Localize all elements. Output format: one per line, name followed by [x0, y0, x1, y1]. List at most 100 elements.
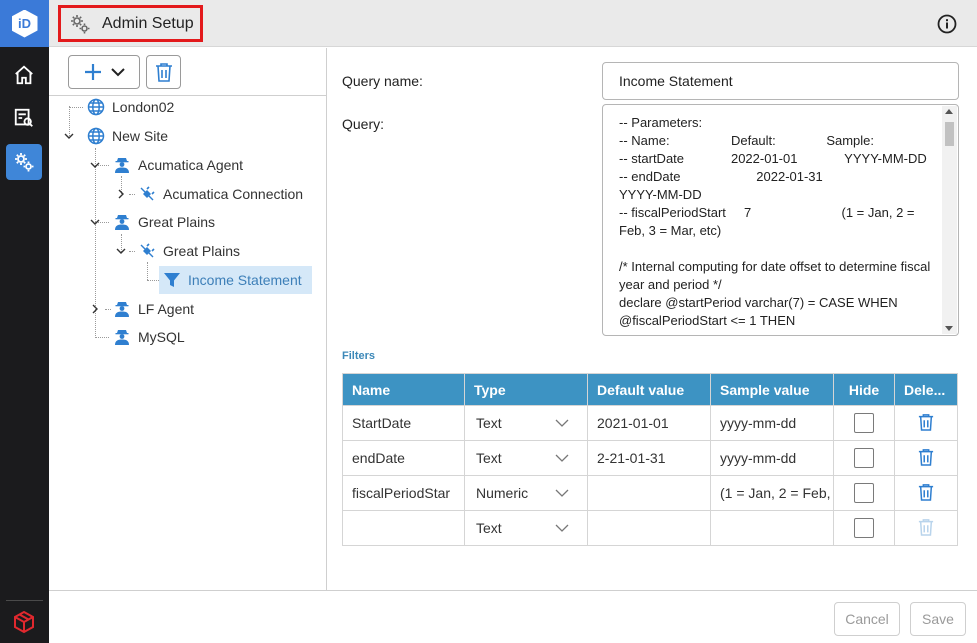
tree-node-london02[interactable]: London02: [86, 94, 174, 120]
tree-expand-toggle[interactable]: [116, 189, 126, 199]
filter-hide-cell: [833, 440, 895, 476]
home-nav-button[interactable]: [6, 57, 42, 93]
gears-icon: [71, 14, 90, 33]
agent-icon: [112, 327, 132, 347]
tree-expand-toggle[interactable]: [90, 304, 100, 314]
home-icon: [15, 65, 33, 85]
query-editor[interactable]: -- Parameters: -- Name: Default: Sample:…: [602, 104, 959, 336]
hide-checkbox[interactable]: [854, 413, 874, 433]
tree-node-label: Income Statement: [188, 272, 302, 288]
tree-collapse-toggle[interactable]: [90, 160, 100, 170]
chevron-down-icon: [116, 248, 126, 254]
tree-node-label: Great Plains: [138, 214, 216, 230]
tree-node-great-plains-agent[interactable]: Great Plains: [112, 209, 215, 235]
filter-type-select[interactable]: Text: [464, 440, 588, 476]
trash-icon[interactable]: [918, 448, 934, 466]
filter-delete-cell: [894, 440, 958, 476]
tree-node-acumatica-connection[interactable]: Acumatica Connection: [137, 181, 303, 207]
agent-icon: [112, 299, 132, 319]
column-header-type[interactable]: Type: [464, 373, 588, 406]
agent-icon: [112, 212, 132, 232]
globe-icon: [86, 97, 106, 117]
info-icon: [937, 14, 957, 34]
chevron-down-icon: [90, 219, 100, 225]
chevron-right-icon: [92, 304, 98, 314]
tree-node-acumatica-agent[interactable]: Acumatica Agent: [112, 152, 243, 178]
query-name-input[interactable]: Income Statement: [602, 62, 959, 100]
tree-node-label: LF Agent: [138, 301, 195, 317]
filter-default-cell[interactable]: 2-21-01-31: [587, 440, 711, 476]
vendor-logo: [12, 610, 36, 637]
page-title: Admin Setup: [102, 14, 194, 32]
scroll-down-arrow-icon[interactable]: [945, 326, 953, 331]
tree-collapse-toggle[interactable]: [64, 131, 74, 141]
hide-checkbox[interactable]: [854, 483, 874, 503]
filter-icon: [162, 270, 182, 290]
column-header-hide[interactable]: Hide: [833, 373, 895, 406]
app-logo[interactable]: iD: [0, 0, 49, 47]
tree-node-label: New Site: [112, 128, 169, 144]
filter-default-cell[interactable]: [587, 510, 711, 546]
tree-connector: [105, 309, 111, 310]
filter-type-select[interactable]: Text: [464, 510, 588, 546]
filter-sample-cell[interactable]: yyyy-mm-dd: [710, 440, 834, 476]
tree-connector: [129, 251, 135, 252]
plug-icon: [137, 184, 157, 204]
filter-type-select[interactable]: Numeric: [464, 475, 588, 511]
tree-node-lf-agent[interactable]: LF Agent: [112, 296, 194, 322]
table-row: endDate Text 2-21-01-31 yyyy-mm-dd: [342, 440, 958, 476]
admin-setup-nav-button[interactable]: [6, 144, 42, 180]
column-header-sample-value[interactable]: Sample value: [710, 373, 834, 406]
tree-node-label: Great Plains: [163, 243, 241, 259]
trash-icon[interactable]: [918, 413, 934, 431]
hide-checkbox[interactable]: [854, 448, 874, 468]
filter-type-value: Text: [476, 415, 502, 431]
query-monitor-nav-button[interactable]: [6, 100, 42, 136]
filter-sample-cell[interactable]: yyyy-mm-dd: [710, 405, 834, 441]
hide-checkbox[interactable]: [854, 518, 874, 538]
tree-connector: [129, 194, 135, 195]
column-header-delete[interactable]: Dele...: [894, 373, 958, 406]
tree-node-great-plains-connection[interactable]: Great Plains: [137, 238, 240, 264]
logo-icon: iD: [11, 9, 38, 38]
filter-sample-cell[interactable]: [710, 510, 834, 546]
trash-icon: [155, 63, 172, 82]
tree-node-label: MySQL: [138, 329, 185, 345]
scroll-thumb[interactable]: [945, 122, 954, 146]
filter-delete-cell: [894, 510, 958, 546]
tree-node-income-statement[interactable]: Income Statement: [159, 266, 312, 294]
delete-node-button[interactable]: [146, 55, 181, 89]
info-button[interactable]: [937, 14, 957, 34]
filters-section-label: Filters: [342, 350, 376, 362]
tree-connector: [147, 262, 148, 280]
filter-sample-cell[interactable]: (1 = Jan, 2 = Feb, 3 = Mar, etc): [710, 475, 834, 511]
column-header-default-value[interactable]: Default value: [587, 373, 711, 406]
add-dropdown-button[interactable]: [68, 55, 140, 89]
globe-icon: [86, 126, 106, 146]
filters-grid: Name Type Default value Sample value Hid…: [342, 373, 958, 546]
tree-node-label: Acumatica Connection: [163, 186, 304, 202]
column-header-name[interactable]: Name: [342, 373, 465, 406]
tree-collapse-toggle[interactable]: [116, 246, 126, 256]
tree-panel: London02 New Site Acumatica Agent Acumat…: [49, 48, 327, 590]
tree-node-mysql[interactable]: MySQL: [112, 324, 185, 350]
filter-name-cell[interactable]: endDate: [342, 440, 465, 476]
query-scrollbar[interactable]: [942, 106, 957, 334]
save-button[interactable]: Save: [910, 602, 966, 636]
query-name-label: Query name:: [342, 73, 423, 89]
left-rail: iD: [0, 0, 49, 643]
filter-name-cell[interactable]: [342, 510, 465, 546]
filter-default-cell[interactable]: 2021-01-01: [587, 405, 711, 441]
scroll-up-arrow-icon[interactable]: [945, 109, 953, 114]
filter-default-cell[interactable]: [587, 475, 711, 511]
agent-icon: [112, 155, 132, 175]
grid-header-row: Name Type Default value Sample value Hid…: [342, 373, 958, 406]
filter-type-select[interactable]: Text: [464, 405, 588, 441]
trash-icon[interactable]: [918, 483, 934, 501]
footer-bar: Cancel Save: [49, 590, 977, 643]
cancel-button[interactable]: Cancel: [834, 602, 900, 636]
tree-node-new-site[interactable]: New Site: [86, 123, 168, 149]
filter-name-cell[interactable]: StartDate: [342, 405, 465, 441]
tree-collapse-toggle[interactable]: [90, 217, 100, 227]
filter-name-cell[interactable]: fiscalPeriodStar: [342, 475, 465, 511]
